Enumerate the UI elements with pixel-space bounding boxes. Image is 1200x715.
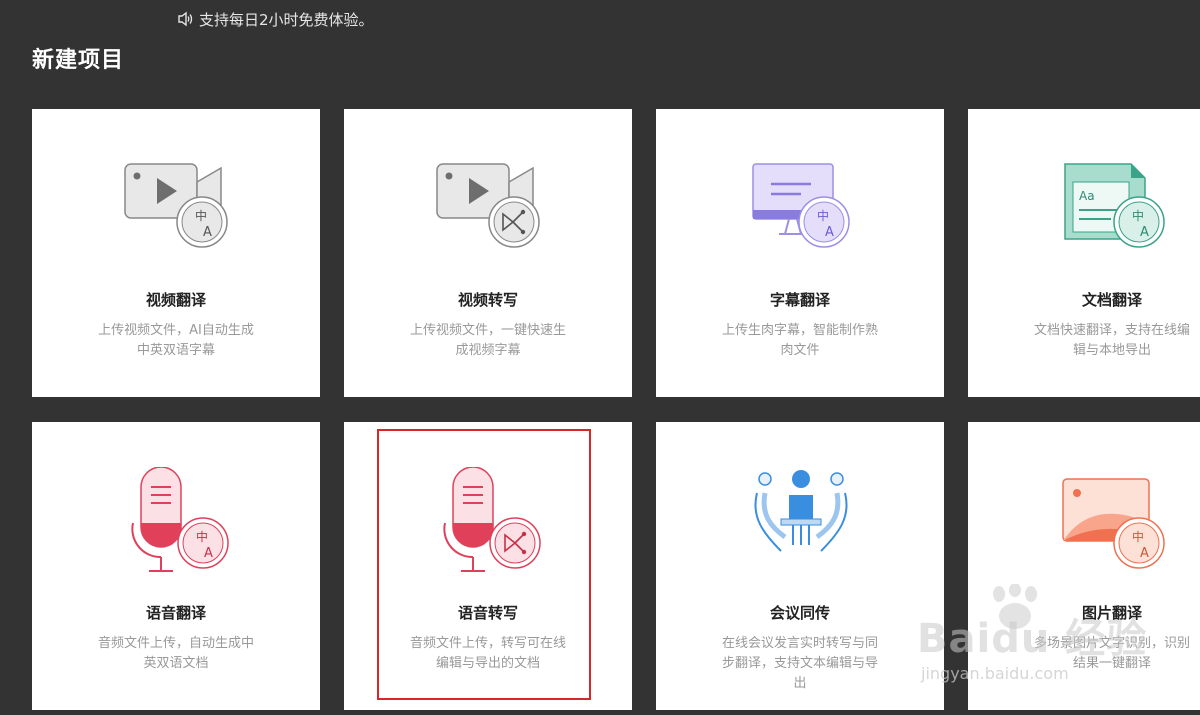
svg-text:A: A [825,225,834,240]
svg-text:中: 中 [1132,529,1144,544]
card-description: 音频文件上传，转写可在线编辑与导出的文档 [409,636,566,671]
video-translate-icon: 中 A [117,154,237,264]
svg-text:中: 中 [1132,208,1144,223]
card-description: 音频文件上传，自动生成中英双语文档 [97,636,254,671]
section-title: 新建项目 [32,48,125,73]
card-title: 语音翻译 [145,604,206,622]
card-audio-transcribe[interactable]: 语音转写 音频文件上传，转写可在线编辑与导出的文档 [344,422,632,710]
audio-transcribe-icon [429,466,549,577]
card-subtitle-translate[interactable]: 中 A 字幕翻译 上传生肉字幕，智能制作熟肉文件 [656,109,944,397]
card-title: 图片翻译 [1081,604,1142,622]
meeting-interpret-icon [741,467,861,577]
svg-text:A: A [203,225,212,240]
svg-text:中: 中 [195,208,207,223]
card-image-translate[interactable]: 中 A 图片翻译 多场景图片文字识别，识别结果一键翻译 [968,422,1200,710]
svg-text:A: A [204,546,213,561]
video-transcribe-icon [429,154,549,264]
card-title: 字幕翻译 [769,291,830,309]
speaker-icon [177,11,195,27]
card-description: 上传生肉字幕，智能制作熟肉文件 [721,323,878,358]
card-title: 语音转写 [457,604,518,622]
announcement-bar: 支持每日2小时免费体验。 [177,9,374,29]
image-translate-icon: 中 A [1053,467,1173,577]
card-title: 视频转写 [457,291,518,309]
audio-translate-icon: 中 A [117,466,237,577]
svg-text:A: A [1140,546,1149,561]
card-document-translate[interactable]: Aa 中 A 文档翻译 文档快速翻译，支持在线编辑与本地导出 [968,109,1200,397]
svg-text:中: 中 [196,529,208,544]
card-meeting-interpret[interactable]: 会议同传 在线会议发言实时转写与同步翻译，支持文本编辑与导出 [656,422,944,710]
card-title: 会议同传 [769,604,830,622]
svg-text:Aa: Aa [1079,189,1095,203]
svg-text:中: 中 [817,208,829,223]
subtitle-translate-icon: 中 A [741,154,861,264]
svg-text:A: A [1140,225,1149,240]
card-video-translate[interactable]: 中 A 视频翻译 上传视频文件，AI自动生成中英双语字幕 [32,109,320,397]
card-description: 上传视频文件，AI自动生成中英双语字幕 [98,323,254,358]
card-description: 上传视频文件，一键快速生成视频字幕 [409,323,566,358]
card-audio-translate[interactable]: 中 A 语音翻译 音频文件上传，自动生成中英双语文档 [32,422,320,710]
card-video-transcribe[interactable]: 视频转写 上传视频文件，一键快速生成视频字幕 [344,109,632,397]
document-translate-icon: Aa 中 A [1053,154,1173,264]
announcement-text: 支持每日2小时免费体验。 [199,10,374,29]
card-description: 多场景图片文字识别，识别结果一键翻译 [1033,636,1190,671]
card-description: 文档快速翻译，支持在线编辑与本地导出 [1033,323,1190,358]
card-title: 视频翻译 [145,291,206,309]
card-title: 文档翻译 [1081,291,1142,309]
card-description: 在线会议发言实时转写与同步翻译，支持文本编辑与导出 [721,636,878,691]
